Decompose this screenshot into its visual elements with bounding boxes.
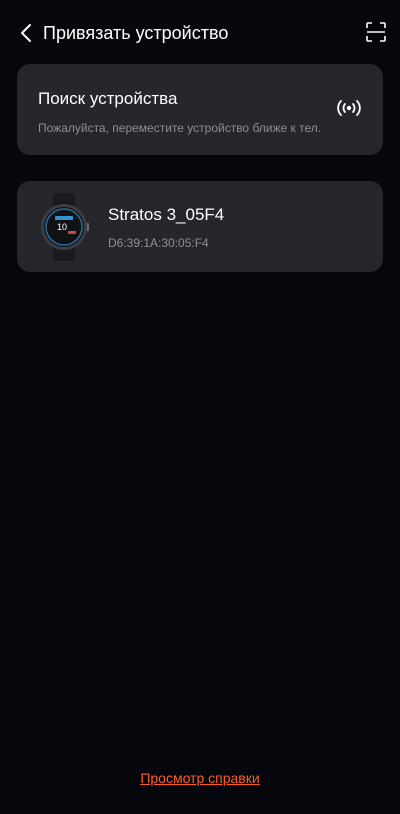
device-search-card: Поиск устройства Пожалуйста, переместите… bbox=[17, 64, 383, 155]
broadcast-signal-icon bbox=[337, 100, 361, 116]
help-link[interactable]: Просмотр справки bbox=[0, 769, 400, 787]
scan-frame-icon bbox=[366, 22, 386, 42]
search-hint: Пожалуйста, переместите устройство ближе… bbox=[38, 121, 322, 135]
search-title: Поиск устройства bbox=[38, 89, 178, 108]
chevron-left-icon bbox=[21, 24, 31, 42]
device-name: Stratos 3_05F4 bbox=[108, 205, 225, 224]
page-title: Привязать устройство bbox=[43, 23, 229, 43]
scan-button[interactable] bbox=[364, 20, 388, 44]
top-bar: Привязать устройство bbox=[0, 0, 400, 66]
smartwatch-icon: 10 bbox=[41, 193, 89, 261]
watch-face-time: 10 bbox=[57, 222, 67, 232]
device-list-item[interactable]: 10 Stratos 3_05F4 D6:39:1A:30:05:F4 bbox=[17, 181, 383, 272]
device-mac-address: D6:39:1A:30:05:F4 bbox=[108, 236, 209, 250]
back-button[interactable] bbox=[14, 20, 38, 46]
